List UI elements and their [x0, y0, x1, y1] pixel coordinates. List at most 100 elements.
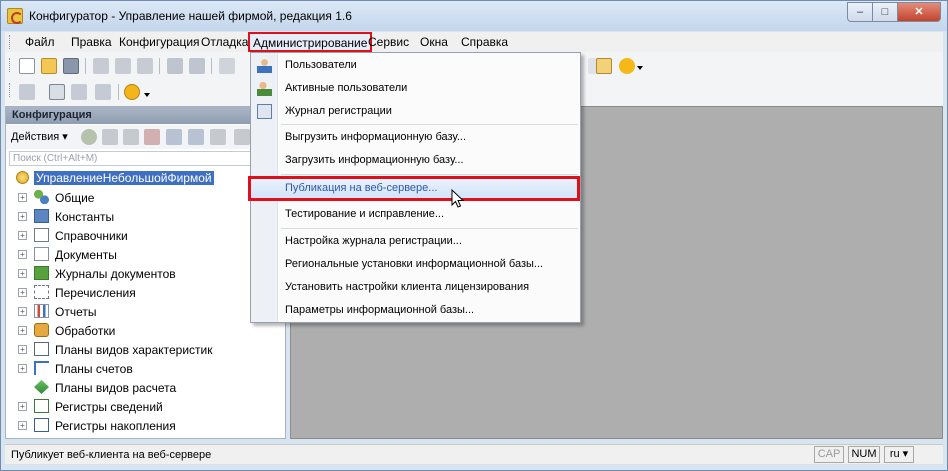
menu-file[interactable]: Файл [25, 35, 55, 49]
chevron-down-icon[interactable] [144, 93, 150, 97]
undo-icon[interactable] [219, 58, 235, 74]
menu-separator [281, 228, 578, 229]
menu-item-license-client-settings[interactable]: Установить настройки клиента лицензирова… [251, 277, 580, 298]
menu-item-label: Параметры информационной базы... [285, 304, 475, 316]
search-input[interactable]: Поиск (Ctrl+Alt+M) [9, 151, 283, 166]
menu-windows[interactable]: Окна [420, 35, 448, 49]
menu-item-regional-settings[interactable]: Региональные установки информационной ба… [251, 254, 580, 275]
main-window: Конфигуратор - Управление нашей фирмой, … [0, 0, 948, 471]
menu-configuration[interactable]: Конфигурация [119, 35, 200, 49]
menu-item-web-publication[interactable]: Публикация на веб-сервере... [248, 176, 580, 201]
add-icon[interactable] [81, 129, 97, 145]
config-open-icon[interactable] [19, 84, 35, 100]
menu-item-label: Пользователи [285, 59, 357, 71]
save-icon[interactable] [63, 58, 79, 74]
language-selector[interactable]: ru ▾ [884, 446, 914, 463]
expand-icon[interactable]: + [18, 421, 27, 430]
open-folder-icon[interactable] [41, 58, 57, 74]
expand-icon[interactable]: + [18, 250, 27, 259]
event-log-icon [257, 104, 272, 119]
menu-item-event-log[interactable]: Журнал регистрации [251, 101, 580, 122]
compare-icon[interactable] [49, 84, 65, 100]
expand-icon[interactable]: + [18, 212, 27, 221]
tree-item[interactable]: Планы видов расчета [6, 378, 285, 397]
tree-item[interactable]: + Общие [6, 188, 285, 207]
copy-icon[interactable] [115, 58, 131, 74]
menu-item-export-db[interactable]: Выгрузить информационную базу... [251, 127, 580, 148]
tree-item-root[interactable]: УправлениеНебольшойФирмой [6, 169, 285, 188]
tree-item-label: Журналы документов [55, 267, 176, 281]
run-icon[interactable] [124, 84, 140, 100]
move-down-icon[interactable] [188, 129, 204, 145]
tree-item-label: Обработки [55, 324, 116, 338]
menu-item-label: Региональные установки информационной ба… [285, 258, 544, 270]
paste-icon[interactable] [137, 58, 153, 74]
menu-item-active-users[interactable]: Активные пользователи [251, 78, 580, 99]
edit-icon[interactable] [102, 129, 118, 145]
menu-item-db-parameters[interactable]: Параметры информационной базы... [251, 300, 580, 321]
info-icon[interactable] [619, 58, 635, 74]
menu-item-import-db[interactable]: Загрузить информационную базу... [251, 150, 580, 171]
chart-of-characteristics-icon [34, 342, 49, 356]
expand-icon[interactable]: + [18, 288, 27, 297]
tree-item[interactable]: + Обработки [6, 321, 285, 340]
menu-edit[interactable]: Правка [71, 35, 112, 49]
tree-item[interactable]: + Перечисления [6, 283, 285, 302]
print-icon[interactable] [167, 58, 183, 74]
panel-title: Конфигурация [6, 107, 285, 124]
delete-icon[interactable] [144, 129, 160, 145]
expand-icon[interactable]: + [18, 364, 27, 373]
menu-administration[interactable]: Администрирование [248, 32, 373, 52]
tree-item-label: Перечисления [55, 286, 136, 300]
print-preview-icon[interactable] [189, 58, 205, 74]
expand-icon[interactable]: + [18, 269, 27, 278]
maximize-button[interactable]: □ [872, 2, 898, 22]
syntax-helper-icon[interactable] [596, 58, 612, 74]
menu-item-testing-repair[interactable]: Тестирование и исправление... [251, 204, 580, 225]
toolbar-separator [159, 58, 160, 74]
expand-icon[interactable]: + [18, 231, 27, 240]
tree-item[interactable]: + Документы [6, 245, 285, 264]
table-icon[interactable] [95, 84, 111, 100]
tree-item[interactable]: + Константы [6, 207, 285, 226]
chart-of-accounts-icon [34, 361, 49, 375]
common-icon [34, 190, 49, 204]
database-icon[interactable] [71, 84, 87, 100]
new-document-icon[interactable] [19, 58, 35, 74]
menu-item-event-log-settings[interactable]: Настройка журнала регистрации... [251, 231, 580, 252]
expand-icon[interactable]: + [18, 402, 27, 411]
tree-item[interactable]: + Регистры накопления [6, 416, 285, 435]
expand-icon[interactable]: + [18, 326, 27, 335]
app-logo-icon [7, 8, 23, 24]
sort-icon[interactable] [210, 129, 226, 145]
minimize-button[interactable]: – [847, 2, 873, 22]
chevron-down-icon[interactable] [637, 66, 643, 70]
copy-item-icon[interactable] [123, 129, 139, 145]
menu-item-users[interactable]: Пользователи [251, 55, 580, 76]
actions-menu-button[interactable]: Действия ▾ [11, 130, 68, 143]
tree-item[interactable]: + Регистры сведений [6, 397, 285, 416]
information-registers-icon [34, 399, 49, 413]
menu-bar: Файл Правка Конфигурация Отладка Админис… [5, 32, 943, 52]
menu-item-label: Загрузить информационную базу... [285, 154, 464, 166]
close-button[interactable]: ✕ [897, 2, 941, 22]
tree-item[interactable]: + Справочники [6, 226, 285, 245]
filter-icon[interactable] [234, 129, 250, 145]
expand-icon[interactable]: + [18, 193, 27, 202]
tree-item[interactable]: + Журналы документов [6, 264, 285, 283]
menu-debug[interactable]: Отладка [201, 35, 248, 49]
expand-icon[interactable]: + [18, 307, 27, 316]
tree-item[interactable]: + Планы счетов [6, 359, 285, 378]
menu-help[interactable]: Справка [461, 35, 508, 49]
caps-lock-indicator: CAP [814, 446, 844, 463]
menu-service[interactable]: Сервис [368, 35, 409, 49]
data-processors-icon [34, 323, 49, 337]
toolbar-separator [85, 58, 86, 74]
cut-icon[interactable] [93, 58, 109, 74]
tree-item[interactable]: + Планы видов характеристик [6, 340, 285, 359]
expand-icon[interactable]: + [18, 345, 27, 354]
menu-separator [281, 124, 578, 125]
tree-item[interactable]: + Отчеты [6, 302, 285, 321]
move-up-icon[interactable] [166, 129, 182, 145]
num-lock-indicator: NUM [848, 446, 880, 463]
